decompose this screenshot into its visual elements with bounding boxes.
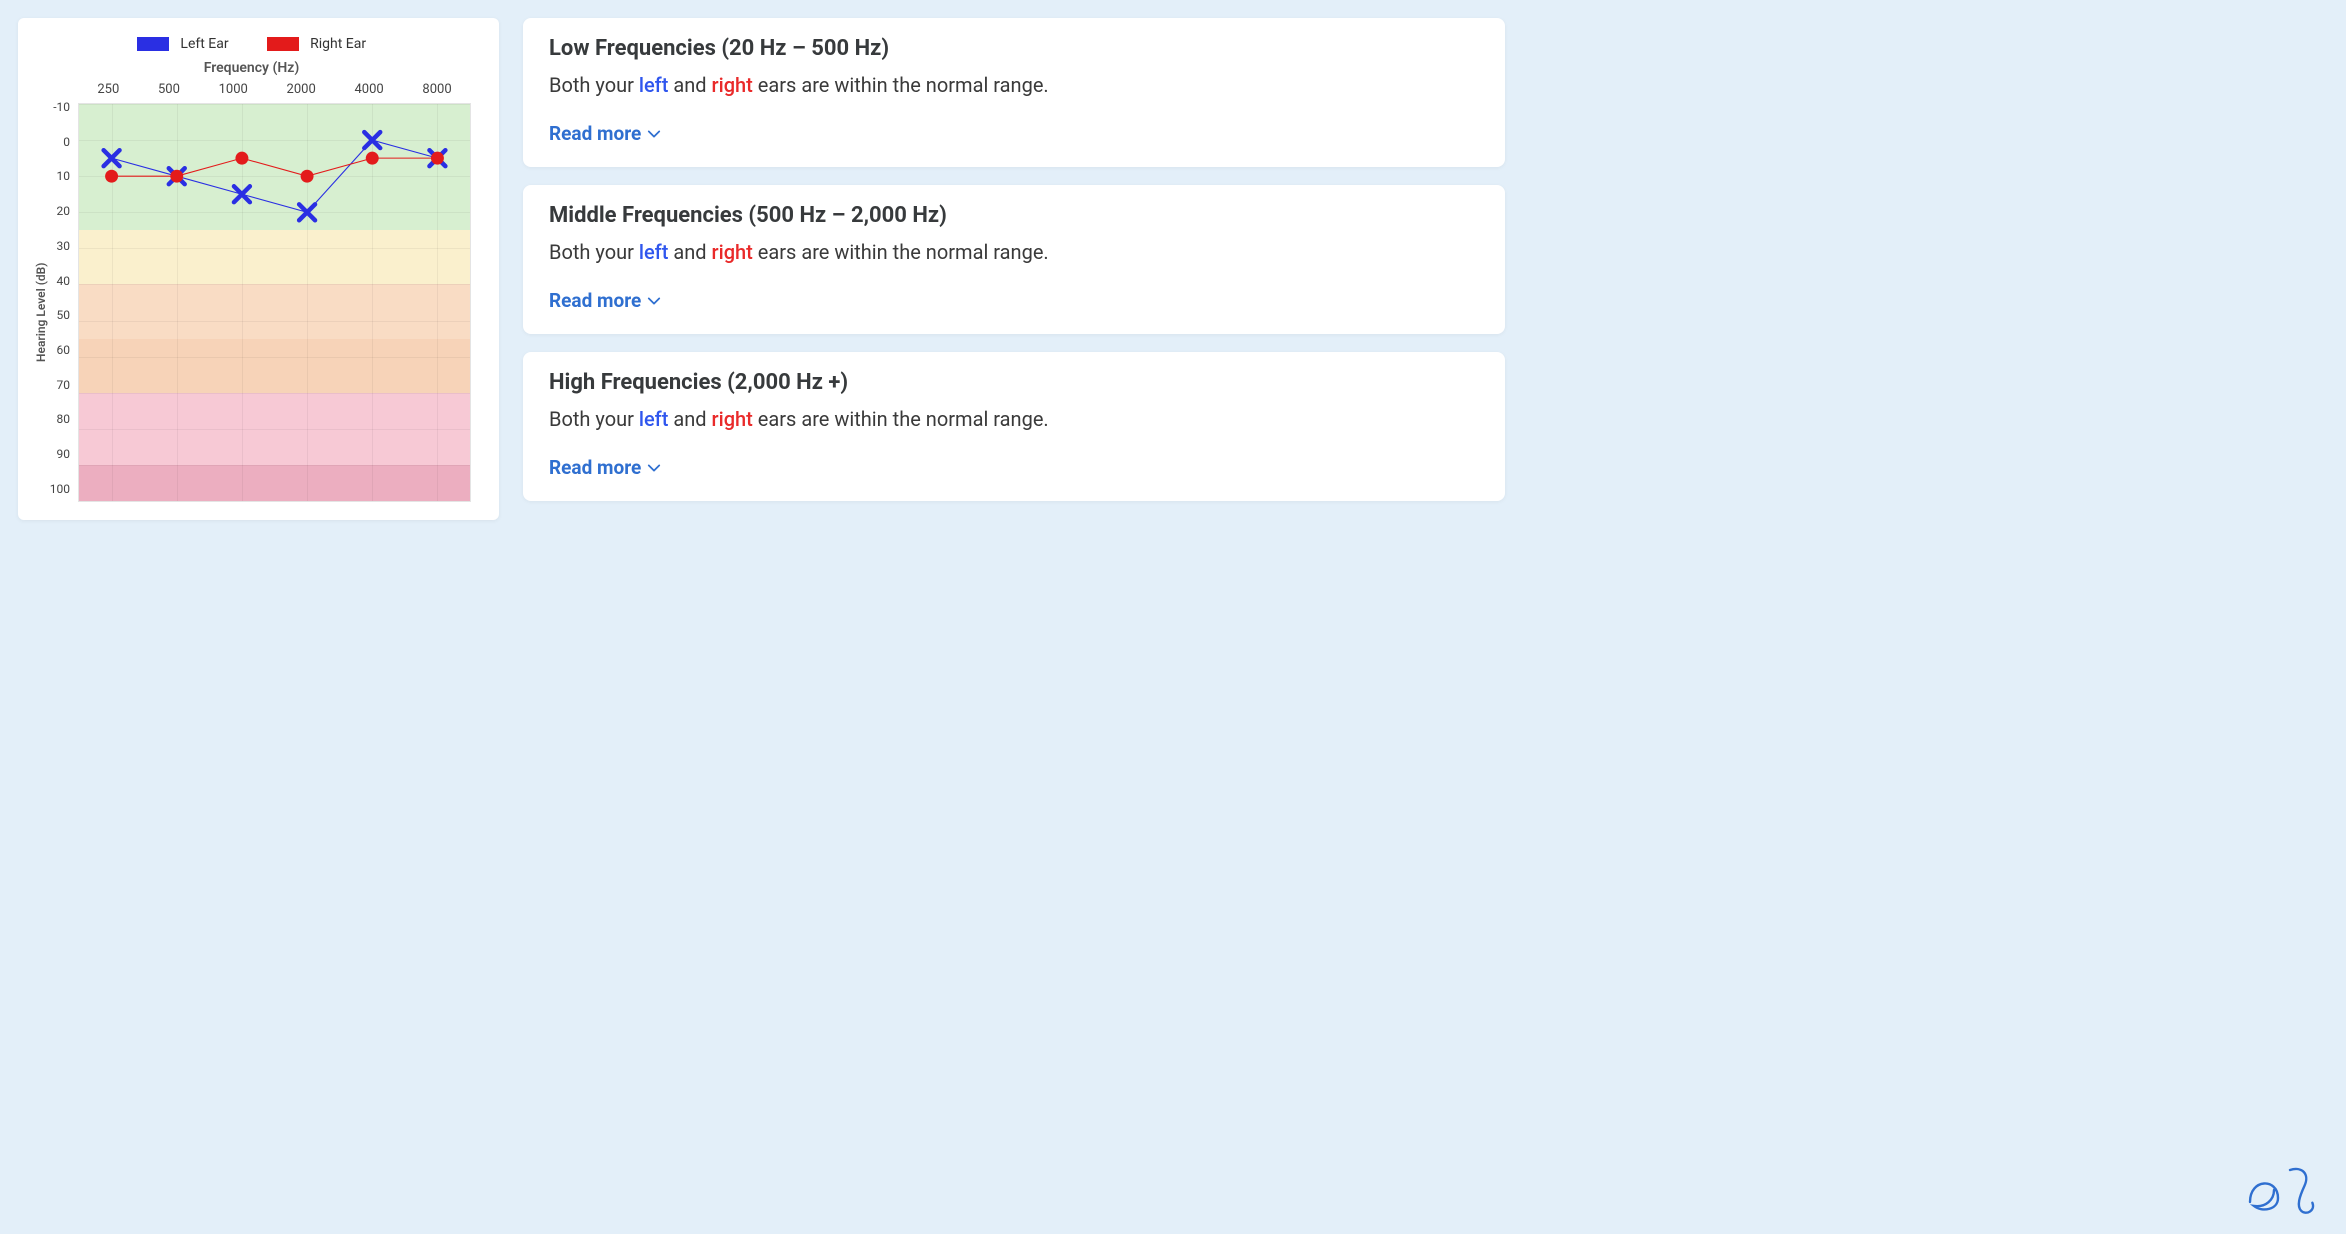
y-tick-label: 20 (57, 204, 71, 218)
y-tick-label: 80 (57, 412, 71, 426)
legend-item-right-ear: Right Ear (267, 36, 366, 52)
card-body: Both your left and right ears are within… (549, 238, 1479, 267)
data-point-left-ear (364, 132, 380, 148)
left-ear-word: left (639, 407, 669, 431)
data-point-right-ear (235, 152, 248, 165)
card-title: Middle Frequencies (500 Hz – 2,000 Hz) (549, 203, 1479, 228)
left-ear-word: left (639, 240, 669, 264)
frequency-result-card: Middle Frequencies (500 Hz – 2,000 Hz) Bo… (523, 185, 1505, 334)
y-tick-label: 0 (63, 135, 70, 149)
chart-markers-overlay (79, 104, 470, 501)
x-tick-label: 250 (97, 82, 119, 97)
read-more-label: Read more (549, 122, 641, 145)
chevron-down-icon (647, 127, 661, 141)
y-tick-label: 100 (50, 482, 70, 496)
x-tick-label: 1000 (219, 82, 248, 97)
x-tick-label: 500 (158, 82, 180, 97)
right-ear-word: right (712, 407, 753, 431)
read-more-toggle[interactable]: Read more (549, 289, 1479, 312)
data-point-right-ear (170, 170, 183, 183)
y-tick-label: 10 (57, 169, 71, 183)
legend-item-left-ear: Left Ear (137, 36, 229, 52)
legend-label-left: Left Ear (180, 36, 228, 52)
read-more-label: Read more (549, 456, 641, 479)
data-point-right-ear (105, 170, 118, 183)
data-point-left-ear (104, 150, 120, 166)
x-tick-label: 8000 (422, 82, 451, 97)
x-axis-ticks: 250 500 1000 2000 4000 8000 (78, 82, 471, 103)
results-card-list: Low Frequencies (20 Hz – 500 Hz) Both you… (523, 18, 1505, 783)
y-tick-label: 60 (57, 343, 71, 357)
left-ear-word: left (639, 73, 669, 97)
y-axis-title: Hearing Level (dB) (32, 82, 48, 502)
data-point-right-ear (301, 170, 314, 183)
y-tick-label: 90 (57, 447, 71, 461)
chevron-down-icon (647, 461, 661, 475)
grid-line-h (79, 501, 470, 502)
right-ear-word: right (712, 73, 753, 97)
legend-swatch-left (137, 37, 169, 51)
data-point-left-ear (234, 186, 250, 202)
y-tick-label: 30 (57, 239, 71, 253)
chart-legend: Left Ear Right Ear (32, 36, 471, 52)
y-tick-label: 40 (57, 274, 71, 288)
chart-plot-area (78, 103, 471, 502)
audiogram-chart-card: Left Ear Right Ear Frequency (Hz) Hearin… (18, 18, 499, 520)
data-point-right-ear (431, 152, 444, 165)
y-tick-label: 70 (57, 378, 71, 392)
frequency-result-card: Low Frequencies (20 Hz – 500 Hz) Both you… (523, 18, 1505, 167)
y-axis-ticks: -10 0 10 20 30 40 50 60 70 80 90 100 (48, 82, 78, 502)
chevron-down-icon (647, 294, 661, 308)
right-ear-word: right (712, 240, 753, 264)
data-point-right-ear (366, 152, 379, 165)
legend-label-right: Right Ear (310, 36, 366, 52)
data-point-left-ear (299, 204, 315, 220)
read-more-toggle[interactable]: Read more (549, 456, 1479, 479)
card-body: Both your left and right ears are within… (549, 71, 1479, 100)
frequency-result-card: High Frequencies (2,000 Hz +) Both your l… (523, 352, 1505, 501)
brand-watermark-icon (2242, 1160, 2322, 1224)
read-more-toggle[interactable]: Read more (549, 122, 1479, 145)
x-axis-title: Frequency (Hz) (32, 60, 471, 76)
x-tick-label: 2000 (287, 82, 316, 97)
card-body: Both your left and right ears are within… (549, 405, 1479, 434)
card-title: Low Frequencies (20 Hz – 500 Hz) (549, 36, 1479, 61)
y-tick-label: -10 (53, 100, 70, 114)
card-title: High Frequencies (2,000 Hz +) (549, 370, 1479, 395)
read-more-label: Read more (549, 289, 641, 312)
x-tick-label: 4000 (354, 82, 383, 97)
legend-swatch-right (267, 37, 299, 51)
y-tick-label: 50 (57, 308, 71, 322)
